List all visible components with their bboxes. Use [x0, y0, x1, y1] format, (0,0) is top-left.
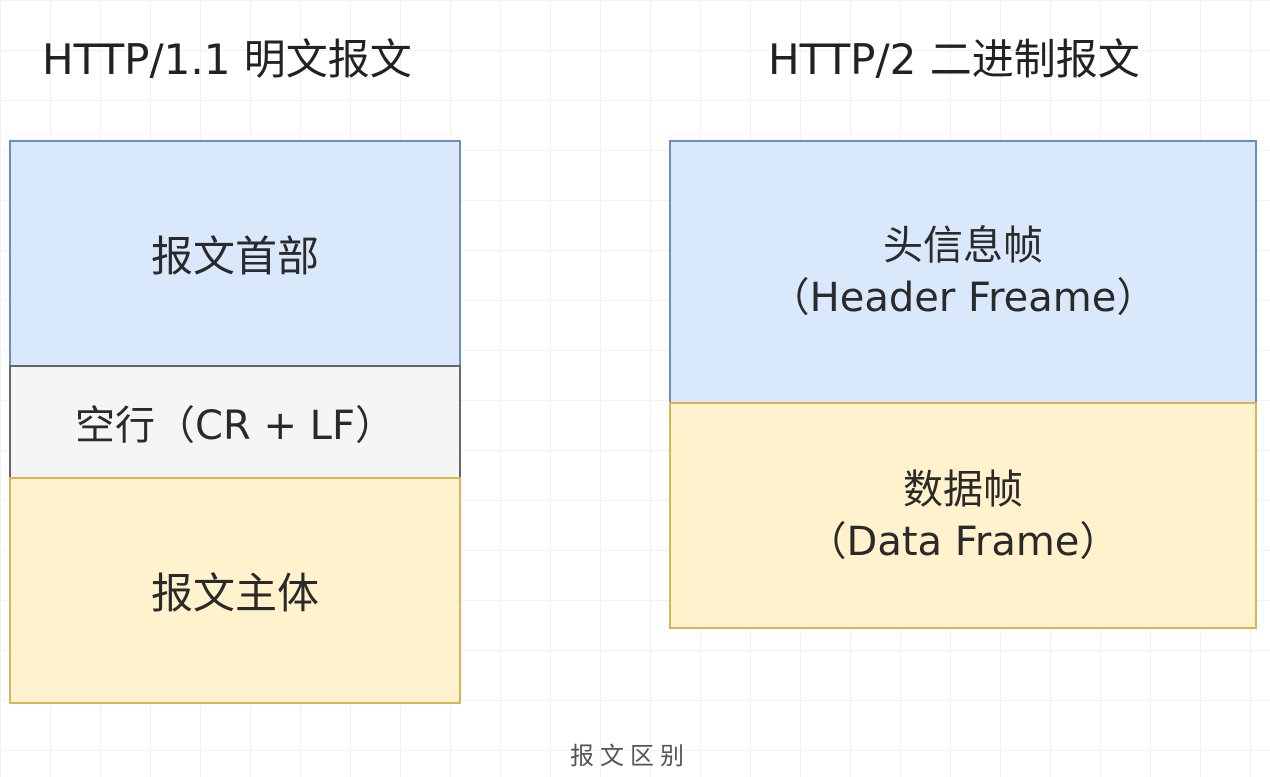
http11-title: HTTP/1.1 明文报文: [42, 35, 412, 84]
http11-message-body-label: 报文主体: [150, 569, 319, 618]
http2-data-frame-label: 数据帧: [903, 466, 1023, 513]
http11-message-header-label: 报文首部: [150, 232, 319, 281]
http11-message-header-block: 报文首部: [9, 140, 461, 367]
http2-header-frame-label: 头信息帧: [883, 223, 1043, 269]
http11-message-body-block: 报文主体: [9, 477, 461, 704]
http2-title: HTTP/2 二进制报文: [768, 35, 1140, 84]
http2-header-frame-sublabel: （Header Freame）: [769, 275, 1157, 321]
http11-blank-line-label: 空行（CR + LF）: [75, 403, 395, 449]
figure-caption: 报文区别: [570, 742, 690, 770]
http2-header-frame-block: 头信息帧 （Header Freame）: [669, 140, 1257, 404]
http11-blank-line-block: 空行（CR + LF）: [9, 365, 461, 479]
http2-data-frame-block: 数据帧 （Data Frame）: [669, 402, 1257, 629]
http2-data-frame-sublabel: （Data Frame）: [806, 518, 1120, 565]
